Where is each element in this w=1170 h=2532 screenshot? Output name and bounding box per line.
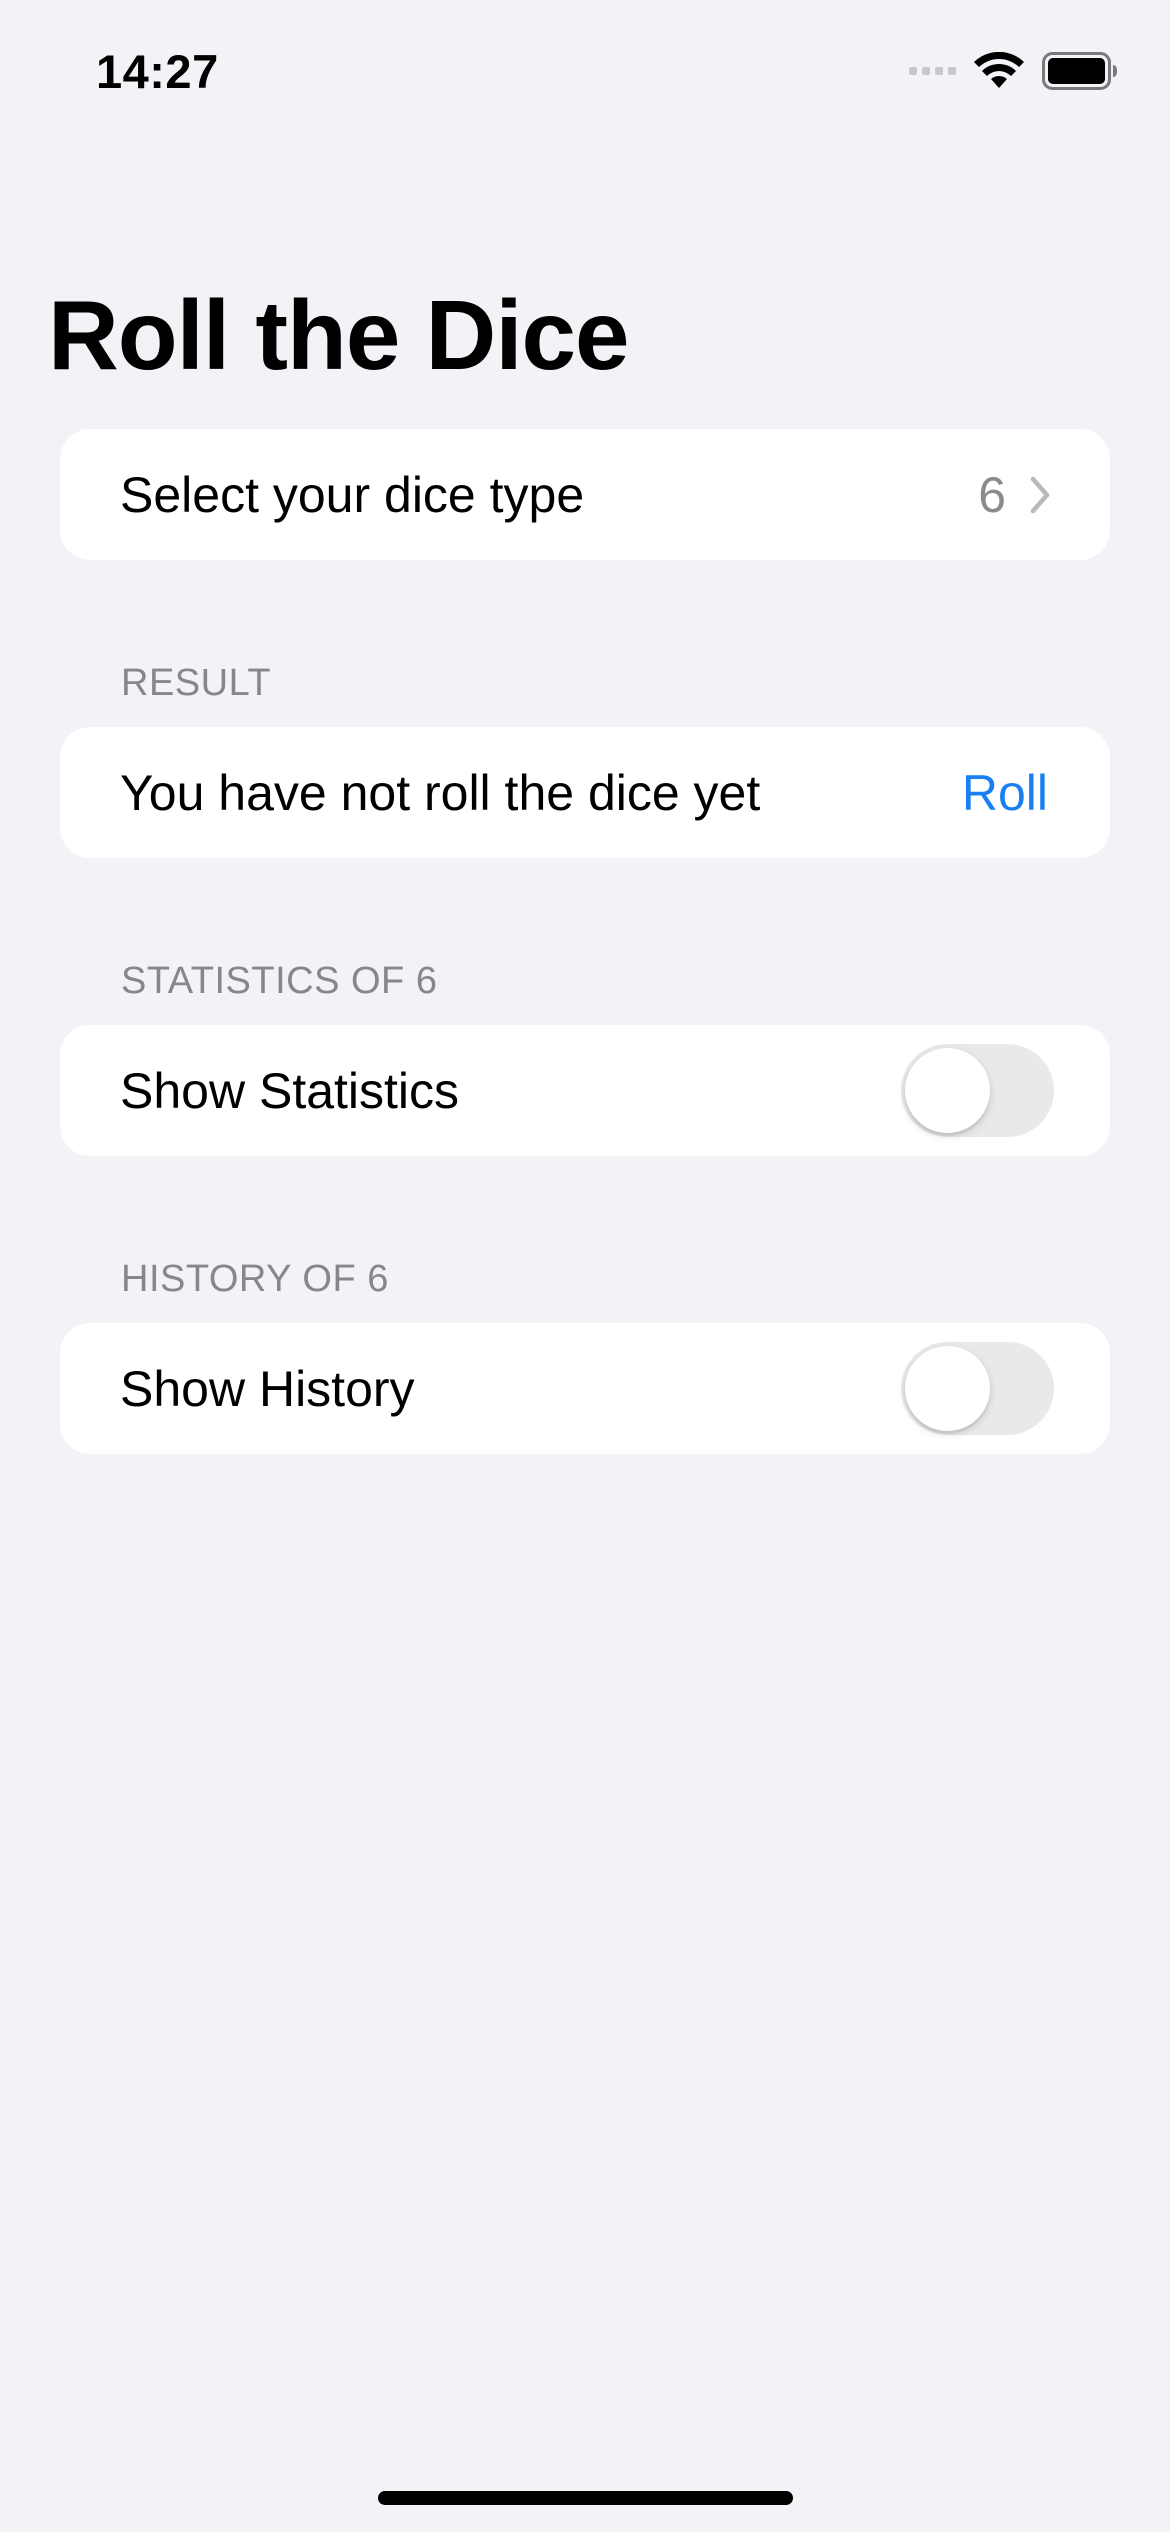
toggle-knob — [905, 1048, 990, 1133]
battery-icon — [1042, 52, 1117, 90]
dice-type-value: 6 — [978, 466, 1006, 523]
result-header: RESULT — [121, 662, 272, 704]
result-row: You have not roll the dice yet Roll — [60, 727, 1110, 858]
status-bar: 14:27 — [0, 0, 1170, 150]
roll-button[interactable]: Roll — [962, 764, 1048, 822]
wifi-icon — [974, 52, 1024, 88]
status-time: 14:27 — [96, 45, 219, 98]
statistics-row: Show Statistics — [60, 1025, 1110, 1156]
statistics-header: STATISTICS OF 6 — [121, 960, 438, 1002]
page-title: Roll the Dice — [48, 280, 630, 390]
status-icons — [909, 52, 1118, 90]
toggle-knob — [905, 1346, 990, 1431]
show-statistics-label: Show Statistics — [120, 1062, 460, 1119]
show-history-toggle[interactable] — [901, 1342, 1054, 1435]
show-statistics-toggle[interactable] — [901, 1044, 1054, 1137]
history-header: HISTORY OF 6 — [121, 1258, 389, 1300]
dice-type-label: Select your dice type — [120, 466, 585, 523]
dice-type-row[interactable]: Select your dice type 6 — [60, 429, 1110, 560]
chevron-right-icon — [1030, 476, 1050, 513]
signal-icon — [909, 67, 956, 75]
result-text: You have not roll the dice yet — [120, 764, 761, 821]
history-row: Show History — [60, 1323, 1110, 1454]
home-indicator[interactable] — [378, 2491, 793, 2505]
show-history-label: Show History — [120, 1360, 415, 1417]
